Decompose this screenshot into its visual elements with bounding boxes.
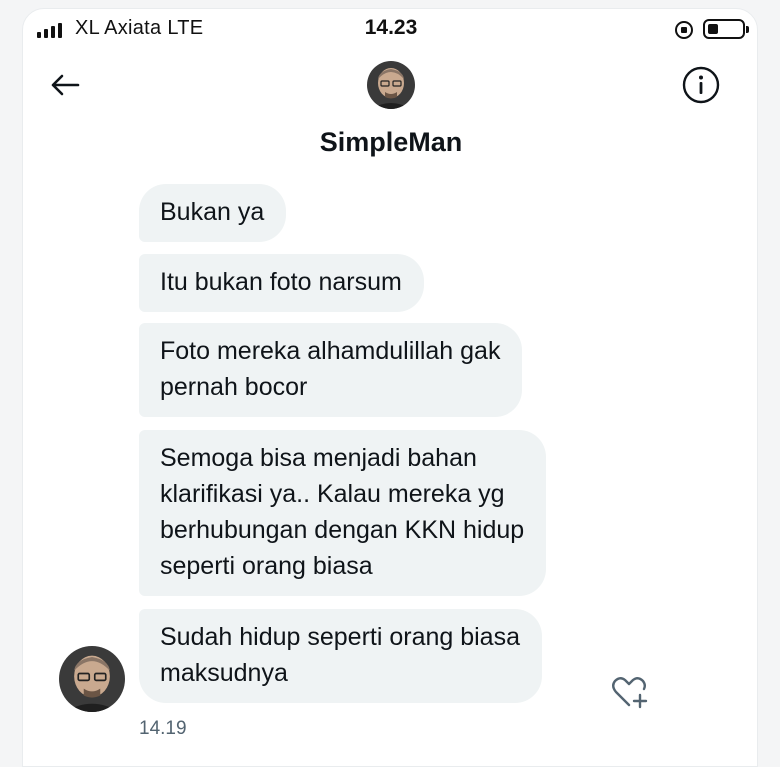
message-bubble[interactable]: Itu bukan foto narsum: [139, 254, 424, 312]
rotation-lock-icon: [675, 21, 693, 39]
contact-avatar[interactable]: [367, 61, 415, 109]
info-button[interactable]: [681, 65, 721, 105]
back-button[interactable]: [45, 65, 85, 105]
message-timestamp: 14.19: [139, 718, 187, 739]
status-time: 14.23: [364, 16, 418, 39]
battery-level: [708, 24, 718, 34]
arrow-left-icon: [51, 74, 80, 96]
status-bar: XL Axiata LTE 14.23: [23, 9, 757, 49]
sender-avatar[interactable]: [59, 646, 125, 712]
heart-plus-icon: [612, 677, 648, 709]
avatar-image: [59, 646, 125, 712]
message-bubble[interactable]: Foto mereka alhamdulillah gak pernah boc…: [139, 323, 523, 417]
message-bubble[interactable]: Sudah hidup seperti orang biasa maksudny…: [139, 609, 542, 703]
dm-conversation-screen: XL Axiata LTE 14.23 SimpleMan Bukan ya I…: [22, 8, 758, 767]
message-bubble[interactable]: Bukan ya: [139, 184, 287, 242]
info-circle-icon: [682, 66, 720, 104]
battery-icon: [703, 19, 749, 39]
avatar-image: [367, 61, 415, 109]
react-button[interactable]: [609, 671, 651, 713]
contact-name[interactable]: SimpleMan: [23, 127, 757, 158]
message-bubble[interactable]: Semoga bisa menjadi bahan klarifikasi ya…: [139, 430, 547, 596]
